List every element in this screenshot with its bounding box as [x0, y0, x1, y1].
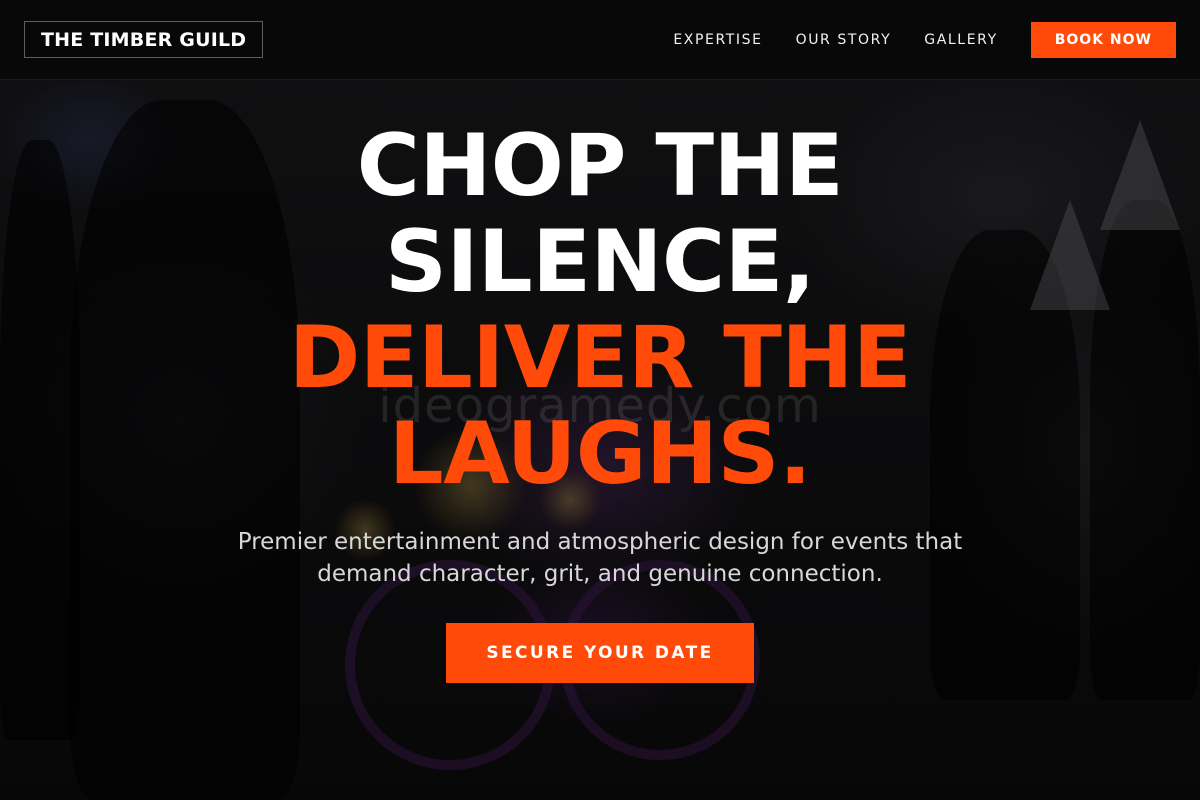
hero-subtitle: Premier entertainment and atmospheric de…	[237, 529, 963, 587]
nav-link-our-story[interactable]: OUR STORY	[796, 32, 892, 48]
brand-logo[interactable]: THE TIMBER GUILD	[24, 21, 264, 58]
headline-line-1: CHOP THE	[356, 116, 844, 216]
nav-link-expertise[interactable]: EXPERTISE	[673, 32, 762, 48]
headline-line-4: LAUGHS.	[388, 404, 812, 504]
headline-line-2: SILENCE,	[385, 212, 816, 312]
hero-headline: CHOP THE SILENCE, DELIVER THE LAUGHS.	[0, 118, 1200, 502]
secure-your-date-button[interactable]: SECURE YOUR DATE	[446, 623, 754, 683]
headline-line-3: DELIVER THE	[288, 308, 912, 408]
book-now-button[interactable]: BOOK NOW	[1030, 21, 1176, 58]
hero-section: CHOP THE SILENCE, DELIVER THE LAUGHS. Pr…	[0, 118, 1200, 683]
main-nav: EXPERTISE OUR STORY GALLERY BOOK NOW	[673, 21, 1176, 58]
site-header: THE TIMBER GUILD EXPERTISE OUR STORY GAL…	[0, 0, 1200, 80]
nav-link-gallery[interactable]: GALLERY	[924, 32, 997, 48]
